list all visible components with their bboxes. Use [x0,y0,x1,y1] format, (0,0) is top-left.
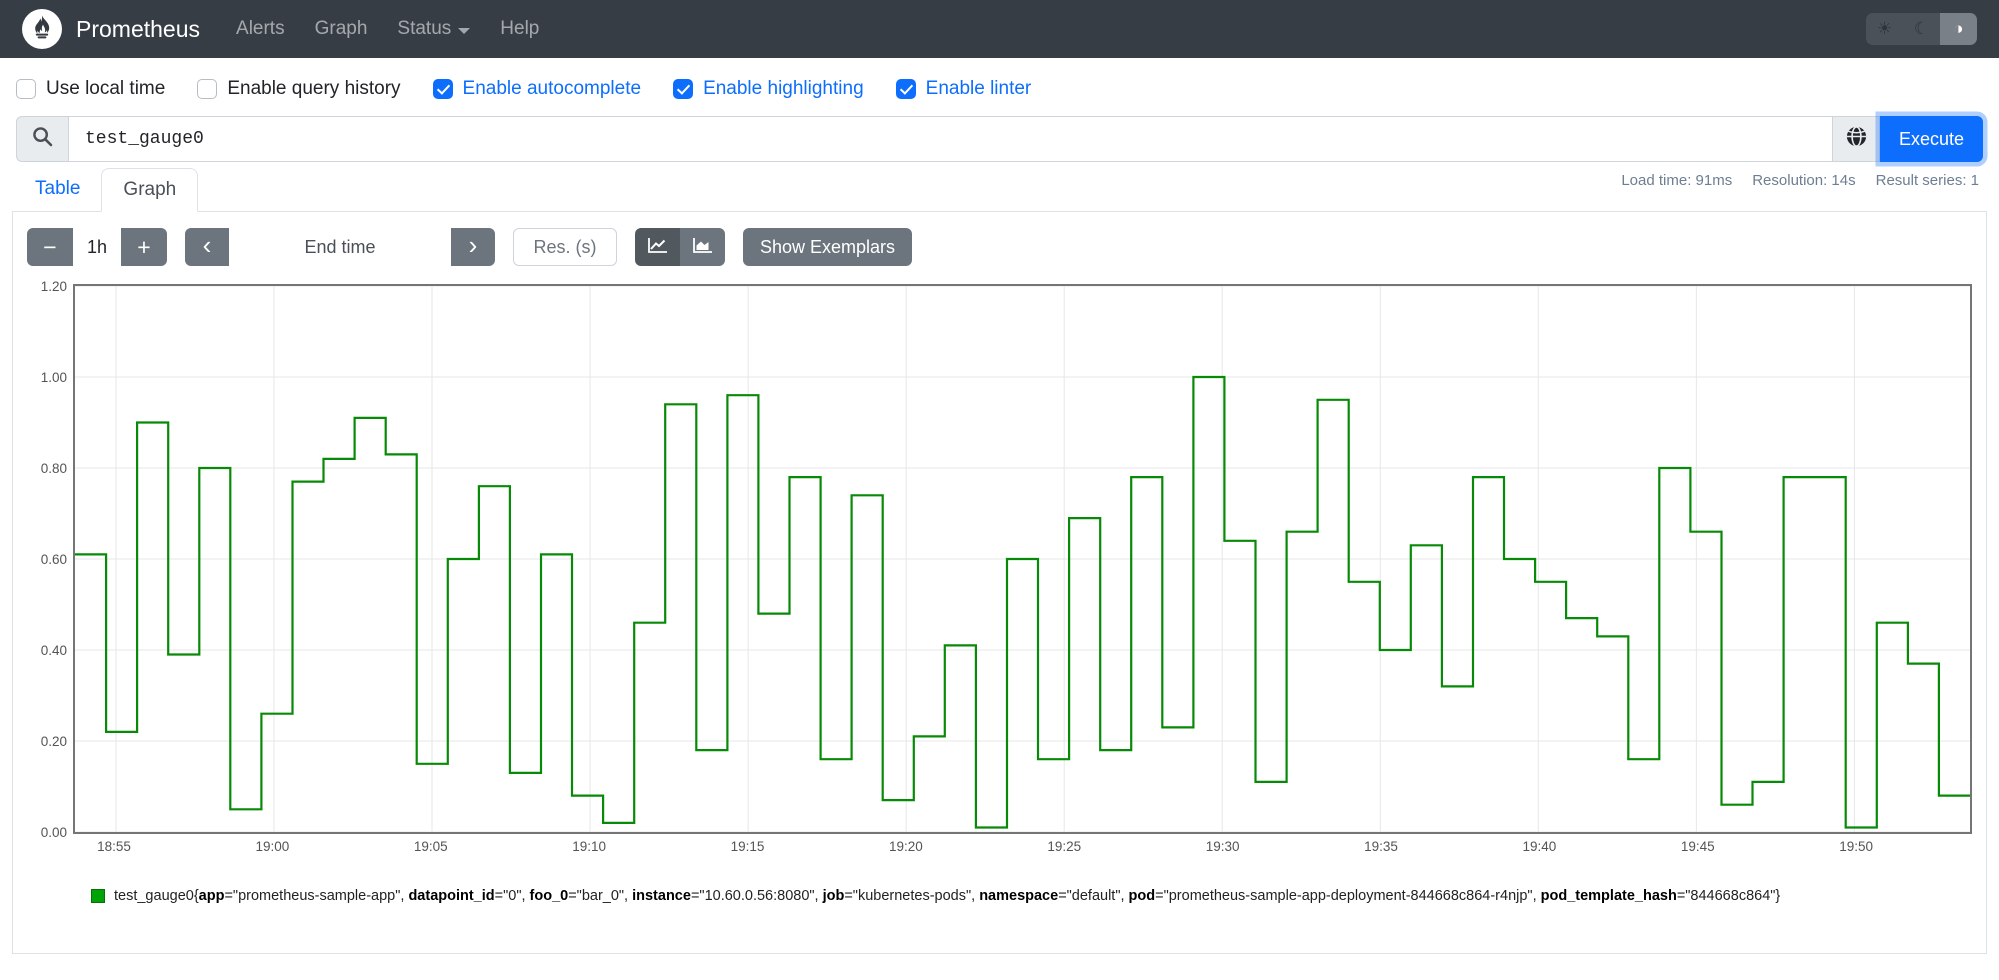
nav-item-graph[interactable]: Graph [315,18,368,40]
x-tick-label: 19:35 [1364,839,1398,854]
option-checkbox-item[interactable]: Enable autocomplete [432,78,642,100]
load-time-stat: Load time: 91ms [1621,172,1733,189]
option-checkbox-item[interactable]: Enable linter [895,78,1032,100]
graph-panel: − + ‹ › [12,212,1987,954]
x-axis: 18:55 19:00 19:05 19:10 19:15 19:20 19:25 19:30… [27,839,1972,863]
y-tick-label: 1.00 [40,370,67,385]
nav-item-help[interactable]: Help [500,18,539,40]
end-time-input[interactable] [229,228,451,266]
x-tick-label: 19:15 [730,839,765,854]
tab-area: Load time: 91ms Resolution: 14s Result s… [12,168,1987,212]
nav-links: Alerts Graph Status Help [236,18,539,40]
caret-down-icon [458,27,471,34]
nav-item-alerts[interactable]: Alerts [236,18,285,40]
half-circle-icon: ◑ [1953,19,1964,38]
end-time-group: ‹ › [185,228,495,266]
x-tick-label: 19:45 [1680,839,1715,854]
graph-canvas[interactable] [73,284,1972,834]
x-tick-label: 19:00 [255,839,290,854]
options-bar: Use local time Enable query history Enab… [0,58,1999,100]
navbar: Prometheus Alerts Graph Status Help ☀ ☾ … [0,0,1999,58]
decrease-range-button[interactable]: − [27,228,73,266]
tab-table[interactable]: Table [14,168,101,211]
stacked-chart-icon [692,237,713,257]
resolution-input[interactable] [513,228,617,266]
checkbox-label: Enable autocomplete [462,78,642,99]
time-back-button[interactable]: ‹ [185,228,229,266]
checkbox[interactable] [197,79,218,99]
chart: 0.00 0.20 0.40 0.60 0.80 1.00 1.20 [27,279,1972,840]
metrics-explorer-button[interactable] [1833,116,1880,162]
x-axis-labels: 18:55 19:00 19:05 19:10 19:15 19:20 19:25 19:30… [73,839,1972,863]
x-tick-label: 19:20 [888,839,923,854]
light-theme-button[interactable]: ☀ [1866,13,1903,45]
x-tick-label: 18:55 [97,839,131,854]
x-tick-label: 19:30 [1205,839,1240,854]
y-tick-label: 0.60 [40,552,67,567]
query-bar: Execute [16,116,1983,162]
series-color-swatch [91,889,105,903]
checkbox-label: Enable query history [227,78,401,99]
checkbox[interactable] [432,79,453,99]
search-icon-addon [16,116,68,162]
y-tick-label: 0.00 [40,825,67,840]
checkbox-label: Enable linter [925,78,1032,99]
option-checkbox-item[interactable]: Use local time [16,78,165,100]
x-tick-label: 19:05 [413,839,448,854]
line-chart-button[interactable] [635,228,680,266]
prometheus-logo[interactable] [22,9,62,49]
query-stats: Load time: 91ms Resolution: 14s Result s… [1621,172,1979,189]
y-tick-label: 1.20 [40,279,67,294]
line-chart-icon [647,237,668,257]
execute-button[interactable]: Execute [1880,116,1983,162]
resolution-stat: Resolution: 14s [1752,172,1856,189]
checkbox[interactable] [16,79,36,99]
chart-svg [75,286,1970,832]
x-tick-label: 19:10 [572,839,607,854]
moon-icon: ☾ [1913,19,1930,38]
app-title[interactable]: Prometheus [76,16,200,43]
search-icon [32,126,53,152]
result-series-stat: Result series: 1 [1875,172,1979,189]
show-exemplars-button[interactable]: Show Exemplars [743,228,913,266]
y-tick-label: 0.40 [40,643,67,658]
stacked-chart-button[interactable] [680,228,725,266]
query-expression-input[interactable] [68,116,1833,162]
y-tick-label: 0.20 [40,734,67,749]
series-label[interactable]: test_gauge0{app="prometheus-sample-app",… [114,887,1780,907]
nav-item-status[interactable]: Status [397,18,471,40]
checkbox[interactable] [895,79,916,99]
chart-type-toggle [635,228,725,266]
x-tick-label: 19:40 [1522,839,1557,854]
chart-legend[interactable]: test_gauge0{app="prometheus-sample-app",… [27,887,1972,907]
option-checkbox-item[interactable]: Enable query history [197,78,401,100]
time-forward-button[interactable]: › [451,228,495,266]
checkbox-label: Enable highlighting [703,78,864,99]
y-tick-label: 0.80 [40,461,67,476]
tab-graph[interactable]: Graph [101,168,199,212]
range-input[interactable] [73,228,121,266]
graph-controls: − + ‹ › [27,228,1972,266]
auto-theme-button[interactable]: ◑ [1940,13,1977,45]
globe-icon [1845,125,1868,153]
checkbox-label: Use local time [46,78,166,99]
prometheus-torch-icon [29,14,55,45]
theme-toggle-group: ☀ ☾ ◑ [1866,13,1977,45]
option-checkbox-item[interactable]: Enable highlighting [673,78,864,100]
y-axis-labels: 0.00 0.20 0.40 0.60 0.80 1.00 1.20 [27,279,67,840]
increase-range-button[interactable]: + [121,228,167,266]
x-tick-label: 19:50 [1839,839,1874,854]
sun-icon: ☀ [1876,19,1893,38]
x-tick-label: 19:25 [1047,839,1082,854]
checkbox[interactable] [673,79,694,99]
range-stepper: − + [27,228,167,266]
dark-theme-button[interactable]: ☾ [1903,13,1940,45]
